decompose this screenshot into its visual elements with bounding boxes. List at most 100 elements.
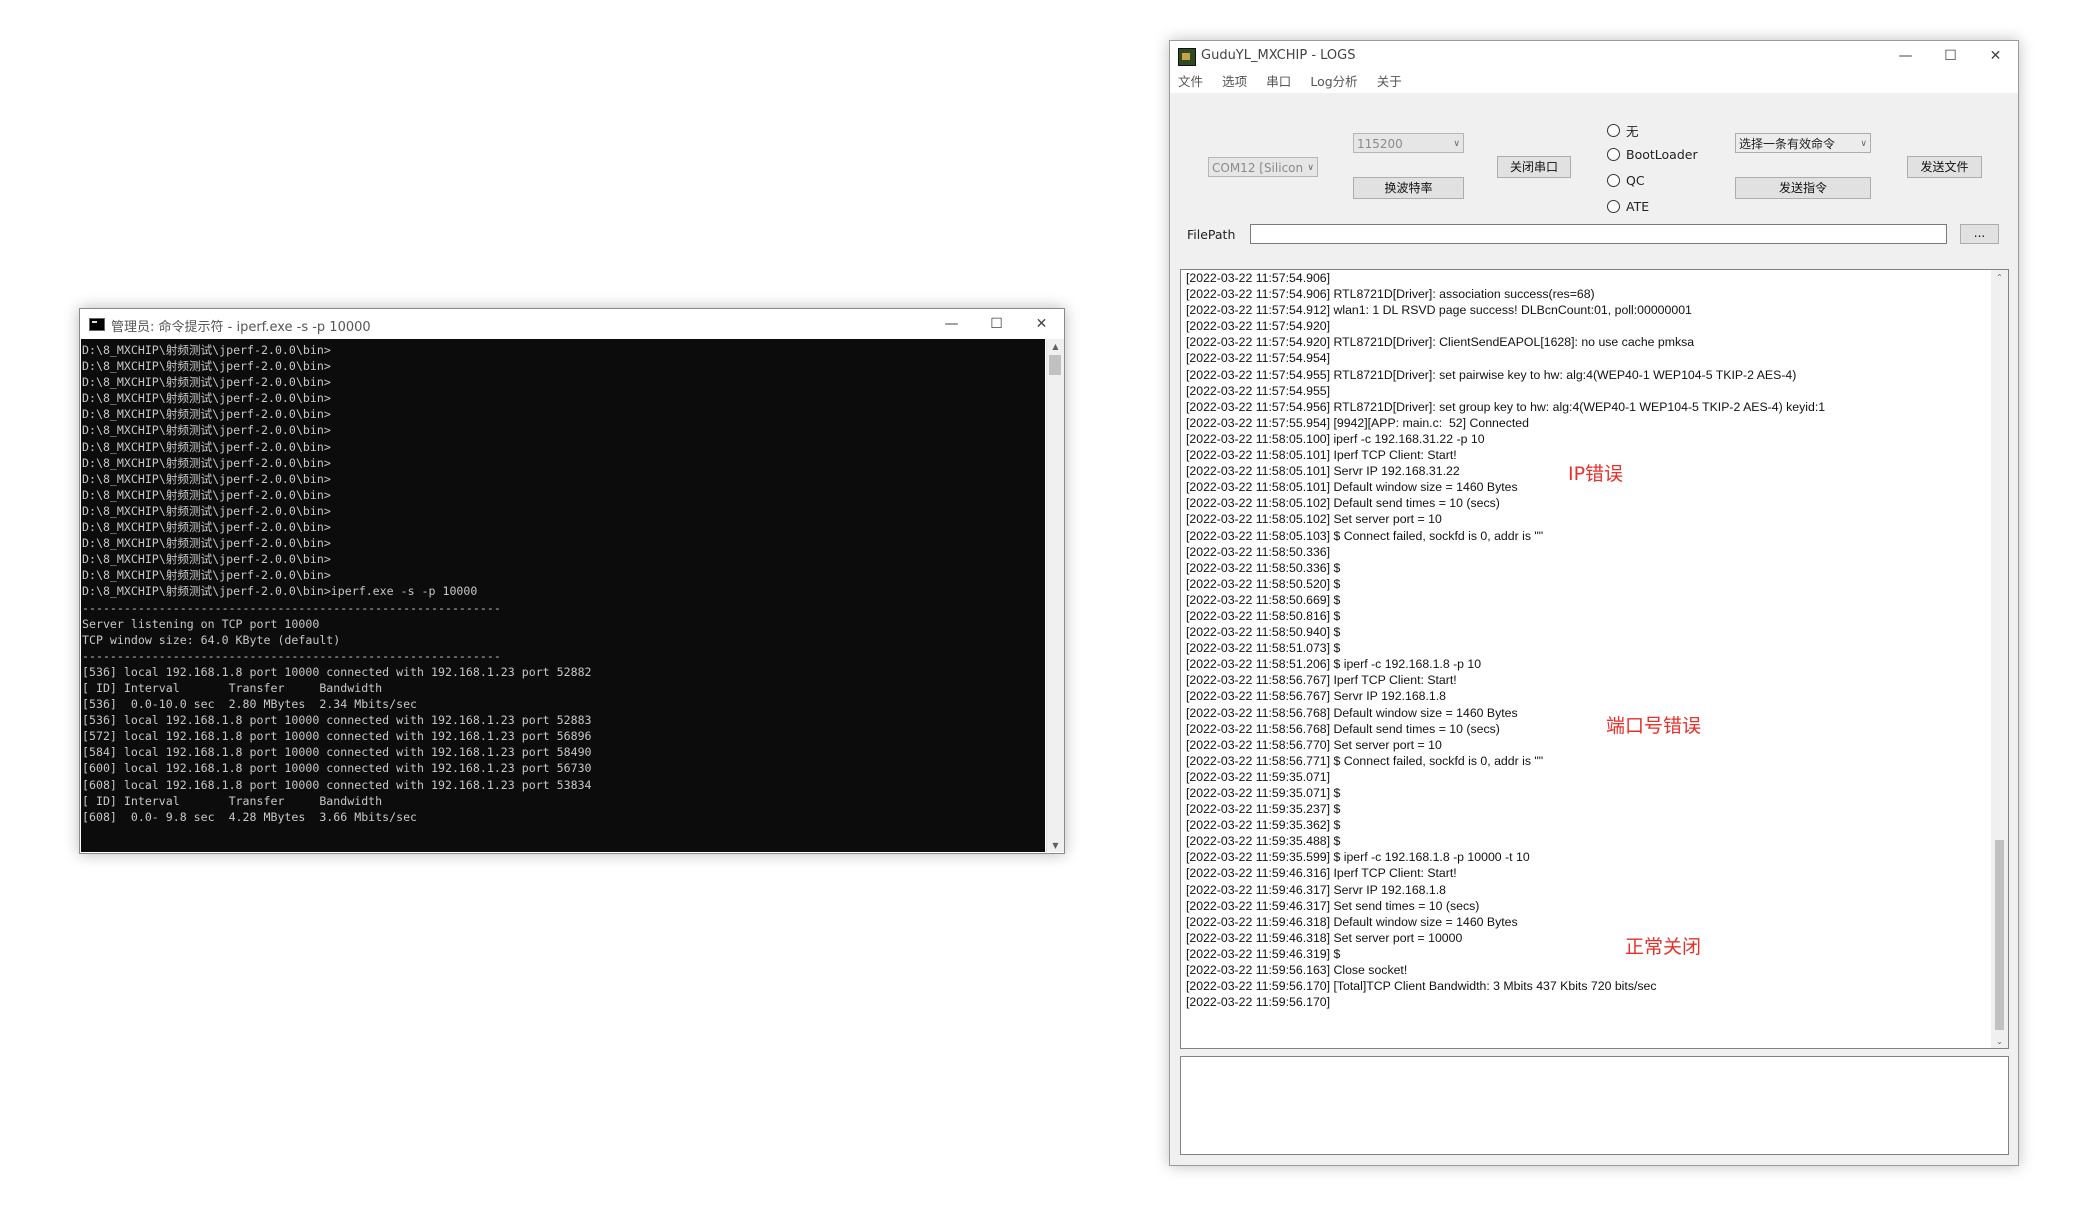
send-command-button[interactable]: 发送指令 bbox=[1735, 177, 1871, 199]
log-line: [2022-03-22 11:59:56.163] Close socket! bbox=[1186, 963, 1408, 978]
port-select[interactable]: COM12 [Silicon ∨ bbox=[1208, 157, 1318, 177]
close-icon[interactable]: ✕ bbox=[1019, 309, 1064, 339]
console-line: D:\8_MXCHIP\射频测试\jperf-2.0.0\bin> bbox=[82, 423, 331, 438]
log-line: [2022-03-22 11:59:35.237] $ bbox=[1186, 802, 1341, 817]
radio-none[interactable]: 无 bbox=[1607, 121, 1639, 140]
log-line: [2022-03-22 11:59:56.170] [Total]TCP Cli… bbox=[1186, 979, 1657, 994]
chevron-down-icon: ∨ bbox=[1453, 139, 1460, 149]
chevron-down-icon: ∨ bbox=[1307, 163, 1314, 173]
console-line: D:\8_MXCHIP\射频测试\jperf-2.0.0\bin> bbox=[82, 471, 331, 486]
console-line: Server listening on TCP port 10000 bbox=[82, 616, 320, 631]
log-titlebar[interactable]: GuduYL_MXCHIP - LOGS — ☐ ✕ bbox=[1170, 41, 2018, 71]
scroll-up-icon[interactable]: ⌃ bbox=[1991, 270, 2008, 284]
log-line: [2022-03-22 11:58:51.206] $ iperf -c 192… bbox=[1186, 657, 1482, 672]
log-line: [2022-03-22 11:59:35.488] $ bbox=[1186, 834, 1341, 849]
console-line: D:\8_MXCHIP\射频测试\jperf-2.0.0\bin> bbox=[82, 552, 331, 567]
log-line: [2022-03-22 11:58:50.520] $ bbox=[1186, 576, 1341, 591]
log-line: [2022-03-22 11:58:56.768] Default send t… bbox=[1186, 721, 1500, 736]
scroll-up-icon[interactable]: ▲ bbox=[1047, 339, 1064, 353]
log-line: [2022-03-22 11:57:54.906] bbox=[1186, 271, 1331, 285]
change-baud-button[interactable]: 换波特率 bbox=[1353, 177, 1464, 199]
log-line: [2022-03-22 11:58:05.100] iperf -c 192.1… bbox=[1186, 431, 1485, 446]
console-line: [ ID] Interval Transfer Bandwidth bbox=[82, 680, 383, 695]
radio-button-icon bbox=[1607, 174, 1620, 187]
console-line: [608] local 192.168.1.8 port 10000 conne… bbox=[82, 777, 592, 792]
annotation-ip-error: IP错误 bbox=[1568, 463, 1624, 485]
radio-qc[interactable]: QC bbox=[1607, 173, 1645, 188]
console-line: [536] 0.0-10.0 sec 2.80 MBytes 2.34 Mbit… bbox=[82, 697, 418, 712]
filepath-label: FilePath bbox=[1187, 227, 1236, 242]
log-scrollbar[interactable]: ⌃ ⌄ bbox=[1991, 270, 2008, 1048]
console-line: D:\8_MXCHIP\射频测试\jperf-2.0.0\bin> bbox=[82, 536, 331, 551]
console-line: D:\8_MXCHIP\射频测试\jperf-2.0.0\bin>iperf.e… bbox=[82, 584, 478, 599]
console-line: [600] local 192.168.1.8 port 10000 conne… bbox=[82, 761, 592, 776]
log-line: [2022-03-22 11:58:51.073] $ bbox=[1186, 641, 1341, 656]
radio-ate-label: ATE bbox=[1626, 199, 1650, 214]
menu-options[interactable]: 选项 bbox=[1222, 71, 1247, 93]
console-line: [536] local 192.168.1.8 port 10000 conne… bbox=[82, 713, 592, 728]
log-tool-window: GuduYL_MXCHIP - LOGS — ☐ ✕ 文件 选项 串口 Log分… bbox=[1169, 40, 2019, 1166]
app-logo-icon bbox=[1178, 48, 1196, 66]
browse-button[interactable]: ... bbox=[1960, 224, 1999, 244]
cmd-titlebar[interactable]: 管理员: 命令提示符 - iperf.exe -s -p 10000 — ☐ ✕ bbox=[80, 309, 1064, 339]
console-line: [584] local 192.168.1.8 port 10000 conne… bbox=[82, 745, 592, 760]
annotation-port-error: 端口号错误 bbox=[1606, 715, 1702, 737]
log-line: [2022-03-22 11:57:55.954] [9942][APP: ma… bbox=[1186, 415, 1529, 430]
radio-qc-label: QC bbox=[1626, 173, 1645, 188]
send-file-button[interactable]: 发送文件 bbox=[1907, 156, 1982, 178]
console-line: D:\8_MXCHIP\射频测试\jperf-2.0.0\bin> bbox=[82, 455, 331, 470]
console-line: [536] local 192.168.1.8 port 10000 conne… bbox=[82, 664, 592, 679]
log-line: [2022-03-22 11:58:56.771] $ Connect fail… bbox=[1186, 753, 1544, 768]
menu-log-analysis[interactable]: Log分析 bbox=[1310, 71, 1357, 93]
console-line: D:\8_MXCHIP\射频测试\jperf-2.0.0\bin> bbox=[82, 407, 331, 422]
cmd-scrollbar[interactable]: ▲ ▼ bbox=[1046, 339, 1064, 852]
cmd-console-output[interactable]: D:\8_MXCHIP\射频测试\jperf-2.0.0\bin> D:\8_MX… bbox=[81, 339, 1045, 852]
log-line: [2022-03-22 11:59:35.071] $ bbox=[1186, 786, 1341, 800]
radio-button-icon bbox=[1607, 148, 1620, 161]
scroll-down-icon[interactable]: ▼ bbox=[1047, 838, 1064, 852]
close-port-button[interactable]: 关闭串口 bbox=[1497, 156, 1571, 178]
menu-serial[interactable]: 串口 bbox=[1266, 71, 1291, 93]
menu-bar: 文件 选项 串口 Log分析 关于 bbox=[1170, 71, 2018, 93]
cmd-window-title: 管理员: 命令提示符 - iperf.exe -s -p 10000 bbox=[111, 320, 371, 335]
log-line: [2022-03-22 11:58:50.336] bbox=[1186, 544, 1331, 559]
minimize-icon[interactable]: — bbox=[1883, 41, 1928, 71]
cmd-window: 管理员: 命令提示符 - iperf.exe -s -p 10000 — ☐ ✕… bbox=[79, 308, 1065, 854]
log-line: [2022-03-22 11:57:54.906] RTL8721D[Drive… bbox=[1186, 287, 1595, 302]
log-line: [2022-03-22 11:58:56.767] Iperf TCP Clie… bbox=[1186, 673, 1457, 688]
maximize-icon[interactable]: ☐ bbox=[974, 309, 1019, 339]
log-line: [2022-03-22 11:58:05.102] Default send t… bbox=[1186, 496, 1500, 511]
log-line: [2022-03-22 11:59:56.170] bbox=[1186, 995, 1331, 1010]
log-line: [2022-03-22 11:58:50.336] $ bbox=[1186, 560, 1341, 575]
log-line: [2022-03-22 11:57:54.912] wlan1: 1 DL RS… bbox=[1186, 303, 1692, 318]
annotation-normal-close: 正常关闭 bbox=[1625, 936, 1702, 958]
menu-file[interactable]: 文件 bbox=[1178, 71, 1203, 93]
filepath-input[interactable] bbox=[1250, 224, 1947, 244]
radio-bootloader-label: BootLoader bbox=[1626, 147, 1698, 162]
radio-bootloader[interactable]: BootLoader bbox=[1607, 147, 1698, 162]
maximize-icon[interactable]: ☐ bbox=[1928, 41, 1973, 71]
log-line: [2022-03-22 11:59:46.316] Iperf TCP Clie… bbox=[1186, 866, 1457, 881]
log-line: [2022-03-22 11:57:54.956] RTL8721D[Drive… bbox=[1186, 399, 1826, 414]
log-line: [2022-03-22 11:58:56.767] Servr IP 192.1… bbox=[1186, 689, 1447, 704]
minimize-icon[interactable]: — bbox=[929, 309, 974, 339]
command-input-area[interactable] bbox=[1180, 1056, 2009, 1155]
radio-ate[interactable]: ATE bbox=[1607, 199, 1649, 214]
cmd-scroll-thumb[interactable] bbox=[1049, 355, 1061, 375]
menu-about[interactable]: 关于 bbox=[1377, 71, 1402, 93]
radio-button-icon bbox=[1607, 124, 1620, 137]
log-line: [2022-03-22 11:57:54.920] bbox=[1186, 319, 1331, 334]
radio-button-icon bbox=[1607, 200, 1620, 213]
console-line: ----------------------------------------… bbox=[82, 648, 501, 663]
log-line: [2022-03-22 11:58:56.768] Default window… bbox=[1186, 705, 1518, 720]
log-line: [2022-03-22 11:59:46.319] $ bbox=[1186, 946, 1341, 961]
console-line: D:\8_MXCHIP\射频测试\jperf-2.0.0\bin> bbox=[82, 343, 331, 357]
log-scroll-thumb[interactable] bbox=[1995, 840, 2004, 1030]
scroll-down-icon[interactable]: ⌄ bbox=[1991, 1034, 2008, 1048]
log-output-area[interactable]: [2022-03-22 11:57:54.906] [2022-03-22 11:… bbox=[1180, 269, 2009, 1049]
baud-select[interactable]: 115200 ∨ bbox=[1353, 133, 1464, 153]
baud-select-value: 115200 bbox=[1357, 137, 1403, 151]
console-line: D:\8_MXCHIP\射频测试\jperf-2.0.0\bin> bbox=[82, 359, 331, 374]
close-icon[interactable]: ✕ bbox=[1973, 41, 2018, 71]
command-select[interactable]: 选择一条有效命令 ∨ bbox=[1735, 133, 1871, 153]
